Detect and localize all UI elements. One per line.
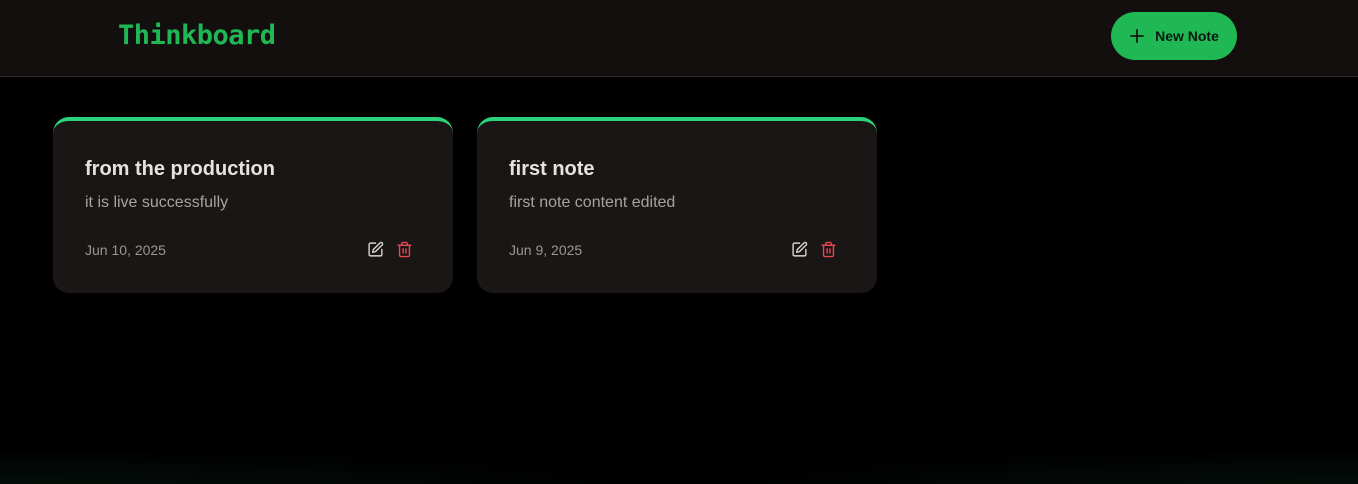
top-navbar: Thinkboard New Note — [0, 0, 1358, 77]
edit-icon[interactable] — [367, 241, 384, 258]
note-date: Jun 10, 2025 — [85, 242, 166, 258]
note-actions — [367, 241, 413, 258]
new-note-button[interactable]: New Note — [1111, 12, 1237, 60]
note-date: Jun 9, 2025 — [509, 242, 583, 258]
note-content: it is live successfully — [85, 194, 229, 211]
note-card[interactable]: from the production it is live successfu… — [53, 117, 453, 293]
note-content: first note content edited — [509, 194, 676, 211]
trash-icon[interactable] — [820, 241, 837, 258]
note-actions — [791, 241, 837, 258]
trash-icon[interactable] — [396, 241, 413, 258]
edit-icon[interactable] — [791, 241, 808, 258]
note-title: first note — [509, 158, 595, 180]
background-glow — [0, 404, 1358, 484]
note-title: from the production — [85, 158, 275, 180]
new-note-label: New Note — [1155, 28, 1219, 44]
plus-icon — [1129, 28, 1145, 44]
note-card[interactable]: first note first note content edited Jun… — [477, 117, 877, 293]
app-logo-title[interactable]: Thinkboard — [118, 20, 276, 51]
